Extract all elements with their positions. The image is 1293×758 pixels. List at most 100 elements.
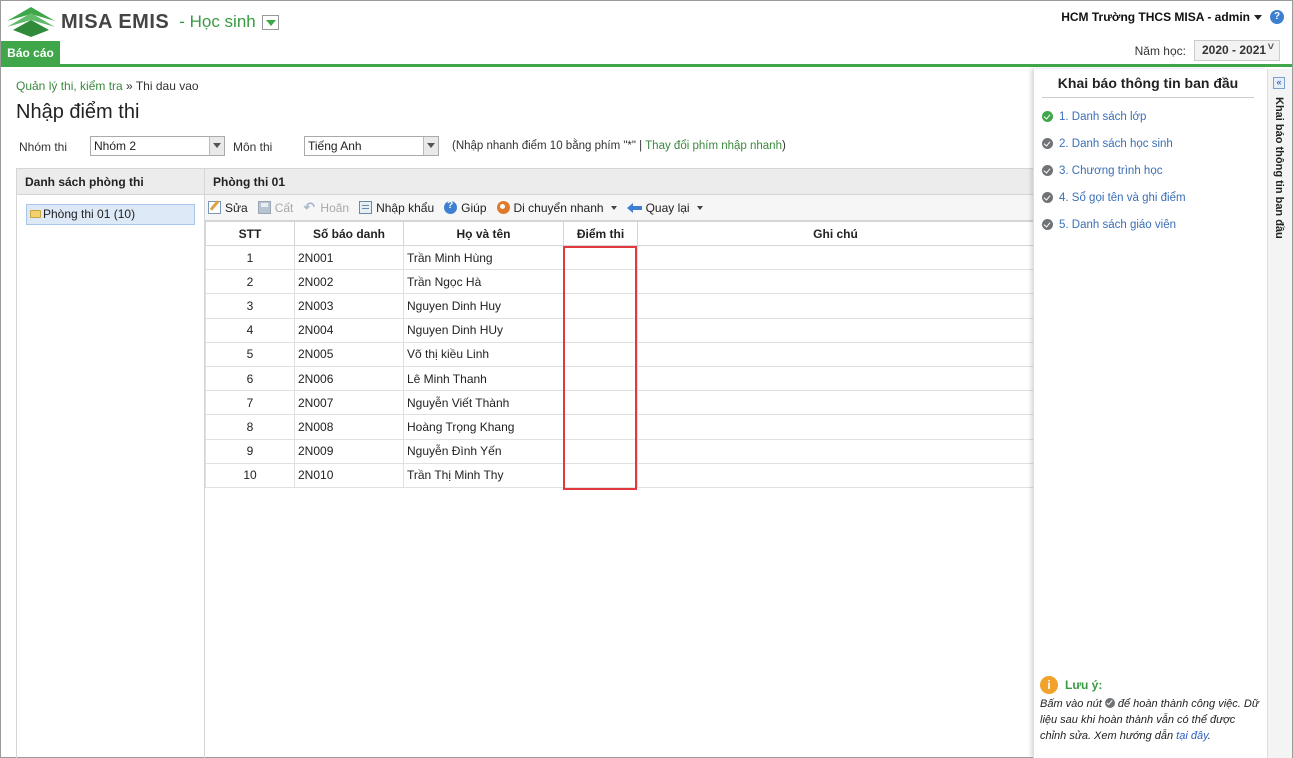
- subject-select[interactable]: Tiếng Anh: [304, 136, 439, 156]
- cell-score[interactable]: [563, 438, 638, 464]
- step-item[interactable]: 4. Sổ gọi tên và ghi điểm: [1042, 184, 1186, 211]
- tab-report[interactable]: Báo cáo: [1, 41, 60, 65]
- cell-name: Võ thị kiều Linh: [403, 341, 564, 367]
- table-row[interactable]: 7 2N007 Nguyễn Viết Thành: [205, 390, 1034, 416]
- cell-note[interactable]: [637, 438, 1034, 464]
- step-link[interactable]: 5. Danh sách giáo viên: [1059, 219, 1176, 231]
- chevron-down-icon[interactable]: [610, 205, 617, 210]
- user-menu[interactable]: HCM Trường THCS MISA - admin ?: [1061, 10, 1284, 24]
- cell-score[interactable]: [563, 365, 638, 392]
- breadcrumb-parent-link[interactable]: Quản lý thi, kiểm tra: [16, 79, 123, 93]
- cell-score[interactable]: [563, 414, 638, 440]
- chevron-down-icon[interactable]: [209, 137, 224, 155]
- cell-note[interactable]: [637, 462, 1034, 488]
- chevron-down-icon[interactable]: [423, 137, 438, 155]
- save-button[interactable]: Cất: [257, 200, 294, 215]
- check-circle-icon: [1104, 698, 1115, 708]
- cell-score[interactable]: [563, 269, 638, 295]
- save-label: Cất: [274, 200, 294, 215]
- step-link[interactable]: 4. Sổ gọi tên và ghi điểm: [1059, 192, 1186, 204]
- cell-stt: 5: [205, 341, 295, 367]
- guide-link[interactable]: tại đây: [1176, 730, 1208, 742]
- cell-note[interactable]: [637, 365, 1034, 392]
- cell-score[interactable]: [563, 341, 638, 367]
- step-item[interactable]: 2. Danh sách học sinh: [1042, 130, 1186, 157]
- change-quick-key-link[interactable]: Thay đổi phím nhập nhanh: [645, 140, 782, 152]
- table-row[interactable]: 3 2N003 Nguyen Dinh Huy: [205, 293, 1034, 319]
- column-header-note[interactable]: Ghi chú: [637, 221, 1034, 246]
- check-circle-icon[interactable]: [1042, 192, 1053, 203]
- cell-note[interactable]: [637, 414, 1034, 440]
- help-label: Giúp: [461, 200, 487, 215]
- back-button[interactable]: Quay lại: [626, 201, 703, 215]
- hint-text: (Nhập nhanh điểm 10 bằng phím "*" |: [452, 140, 646, 152]
- side-panel-tab[interactable]: « Khai báo thông tin ban đầu: [1267, 69, 1292, 758]
- help-button[interactable]: Giúp: [444, 200, 487, 215]
- step-item[interactable]: 1. Danh sách lớp: [1042, 103, 1186, 130]
- step-item[interactable]: 3. Chương trình học: [1042, 157, 1186, 184]
- chevron-down-icon[interactable]: [1254, 14, 1262, 20]
- check-circle-icon[interactable]: [1042, 165, 1053, 176]
- side-tab-label[interactable]: Khai báo thông tin ban đầu: [1273, 97, 1285, 239]
- cell-sbd: 2N006: [294, 365, 404, 392]
- table-row[interactable]: 4 2N004 Nguyen Dinh HUy: [205, 317, 1034, 343]
- cell-name: Trần Thị Minh Thy: [403, 462, 564, 488]
- step-link[interactable]: 2. Danh sách học sinh: [1059, 138, 1173, 150]
- module-name[interactable]: - Học sinh: [179, 12, 256, 32]
- brand-name: MISA EMIS: [61, 10, 170, 33]
- user-name[interactable]: HCM Trường THCS MISA - admin: [1061, 10, 1250, 24]
- cell-score[interactable]: [563, 462, 638, 488]
- table-row[interactable]: 2 2N002 Trần Ngọc Hà: [205, 269, 1034, 295]
- table-row[interactable]: 6 2N006 Lê Minh Thanh: [205, 365, 1034, 392]
- column-header-score[interactable]: Điểm thi: [563, 221, 638, 246]
- step-link[interactable]: 3. Chương trình học: [1059, 165, 1162, 177]
- cell-score[interactable]: [563, 390, 638, 416]
- cell-score[interactable]: [563, 244, 638, 271]
- collapse-icon[interactable]: «: [1273, 77, 1285, 89]
- quick-move-button[interactable]: Di chuyển nhanh: [496, 201, 617, 215]
- column-header-sbd[interactable]: Số báo danh: [294, 221, 404, 246]
- year-select[interactable]: 2020 - 2021: [1194, 38, 1280, 61]
- chevron-down-icon[interactable]: [696, 205, 703, 210]
- check-circle-icon[interactable]: [1042, 138, 1053, 149]
- module-dropdown-icon[interactable]: [261, 14, 279, 30]
- step-link[interactable]: 1. Danh sách lớp: [1059, 111, 1146, 123]
- column-header-name[interactable]: Họ và tên: [403, 221, 564, 246]
- group-label: Nhóm thi: [19, 140, 68, 154]
- logo[interactable]: MISA EMIS - Học sinh: [5, 5, 279, 39]
- exam-room-item[interactable]: Phòng thi 01 (10): [26, 204, 195, 225]
- cell-note[interactable]: [637, 244, 1034, 271]
- table-row[interactable]: 1 2N001 Trần Minh Hùng: [205, 244, 1034, 271]
- note-text: Bấm vào nút: [1040, 698, 1105, 710]
- group-select[interactable]: Nhóm 2: [90, 136, 225, 156]
- setup-side-panel: Khai báo thông tin ban đầu 1. Danh sách …: [1033, 69, 1267, 758]
- cell-score[interactable]: [563, 293, 638, 319]
- check-circle-icon[interactable]: [1042, 111, 1053, 122]
- table-row[interactable]: 8 2N008 Hoàng Trọng Khang: [205, 414, 1034, 440]
- cell-score[interactable]: [563, 317, 638, 343]
- back-arrow-icon: [626, 201, 642, 214]
- cell-note[interactable]: [637, 390, 1034, 416]
- table-header-row: STT Số báo danh Họ và tên Điểm thi Ghi c…: [205, 221, 1034, 246]
- cell-name: Trần Minh Hùng: [403, 244, 564, 271]
- cell-stt: 3: [205, 293, 295, 319]
- check-circle-icon[interactable]: [1042, 219, 1053, 230]
- undo-button[interactable]: ↶ Hoãn: [303, 200, 349, 215]
- column-header-stt[interactable]: STT: [205, 221, 295, 246]
- table-row[interactable]: 5 2N005 Võ thị kiều Linh: [205, 341, 1034, 367]
- cell-note[interactable]: [637, 293, 1034, 319]
- step-item[interactable]: 5. Danh sách giáo viên: [1042, 211, 1186, 238]
- cell-note[interactable]: [637, 341, 1034, 367]
- table-row[interactable]: 10 2N010 Trần Thị Minh Thy: [205, 462, 1034, 488]
- help-icon: [444, 200, 458, 214]
- cell-note[interactable]: [637, 269, 1034, 295]
- page-title: Nhập điểm thi: [16, 101, 140, 123]
- cell-note[interactable]: [637, 317, 1034, 343]
- cell-stt: 2: [205, 269, 295, 295]
- edit-button[interactable]: Sửa: [208, 201, 248, 215]
- breadcrumb-current: Thi dau vao: [135, 79, 199, 93]
- help-icon[interactable]: ?: [1270, 10, 1284, 24]
- import-button[interactable]: Nhập khẩu: [359, 201, 434, 215]
- table-row[interactable]: 9 2N009 Nguyễn Đình Yến: [205, 438, 1034, 464]
- cell-name: Nguyen Dinh Huy: [403, 293, 564, 319]
